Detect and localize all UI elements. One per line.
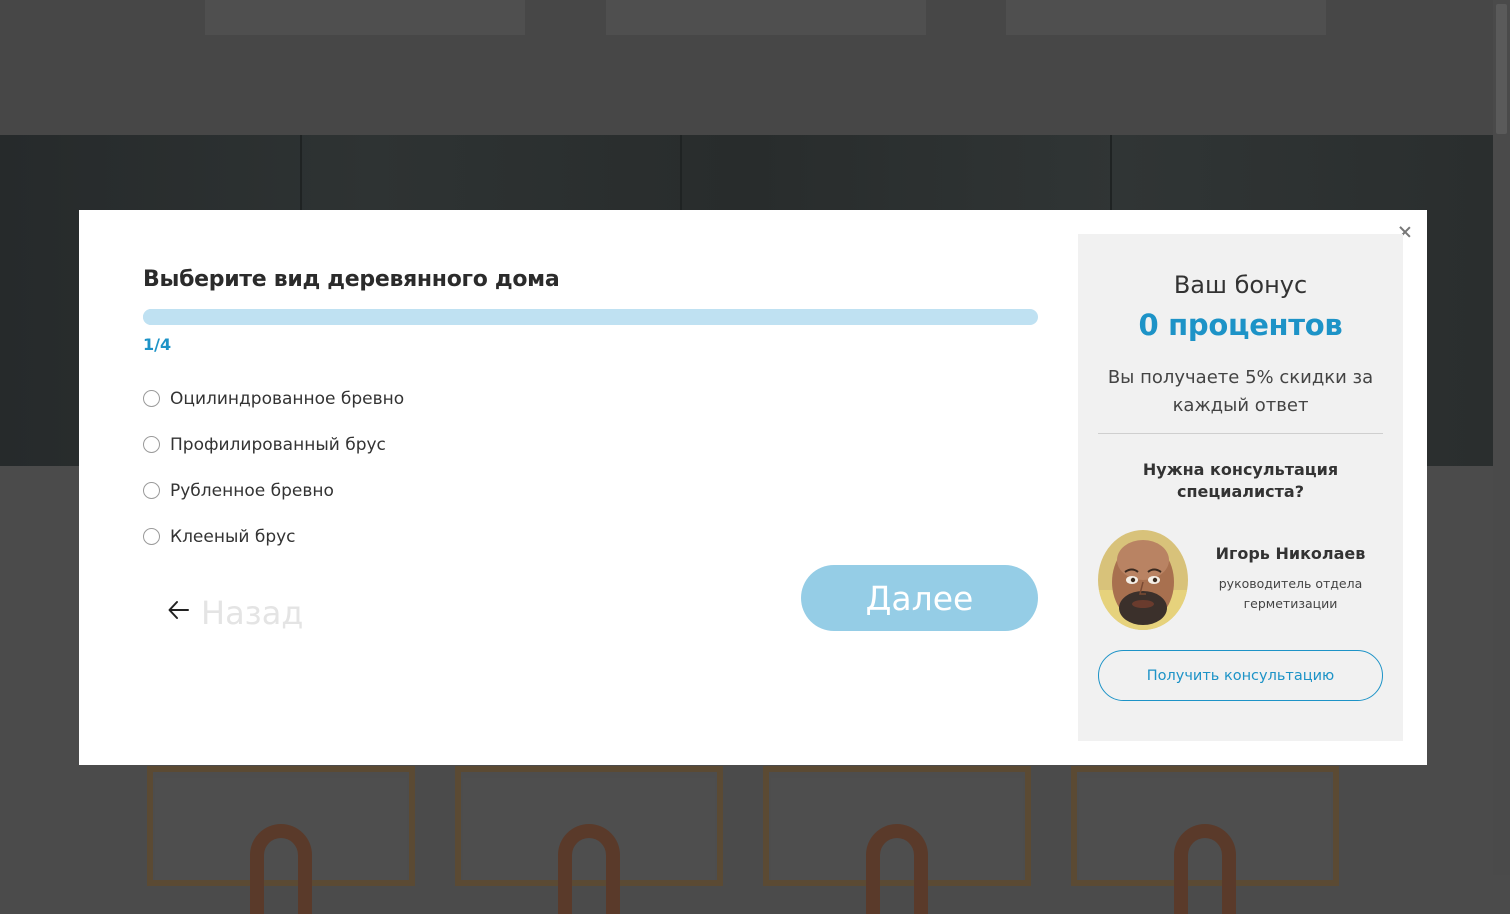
option-label: Профилированный брус bbox=[170, 435, 386, 455]
option-profiled-timber[interactable]: Профилированный брус bbox=[143, 434, 404, 480]
expert-name: Игорь Николаев bbox=[1215, 544, 1366, 563]
quiz-title: Выберите вид деревянного дома bbox=[143, 267, 560, 292]
option-label: Рубленное бревно bbox=[170, 481, 334, 501]
next-button[interactable]: Далее bbox=[801, 565, 1038, 631]
step-counter: 1/4 bbox=[143, 335, 172, 354]
bonus-panel: Ваш бонус 0 процентов Вы получаете 5% ск… bbox=[1078, 234, 1403, 741]
divider bbox=[1098, 433, 1383, 434]
background-card bbox=[606, 0, 926, 35]
radio-icon[interactable] bbox=[143, 390, 160, 407]
consultation-question: Нужна консультация специалиста? bbox=[1142, 460, 1339, 501]
background-tile bbox=[763, 766, 1031, 914]
background-tile bbox=[1071, 766, 1339, 914]
bonus-value: 0 процентов bbox=[1138, 308, 1343, 342]
get-consultation-button[interactable]: Получить консультацию bbox=[1098, 650, 1383, 701]
radio-icon[interactable] bbox=[143, 436, 160, 453]
avatar bbox=[1098, 530, 1188, 630]
page-scrollbar[interactable] bbox=[1493, 0, 1510, 875]
radio-icon[interactable] bbox=[143, 482, 160, 499]
background-tile bbox=[147, 766, 415, 914]
quiz-modal: Выберите вид деревянного дома 1/4 Оцилин… bbox=[79, 210, 1427, 765]
bonus-note: Вы получаете 5% скидки за каждый ответ bbox=[1107, 367, 1374, 416]
back-label: Назад bbox=[201, 594, 304, 632]
expert-role: руководитель отдела герметизации bbox=[1218, 576, 1363, 611]
option-glued-timber[interactable]: Клееный брус bbox=[143, 526, 404, 572]
option-hewn-log[interactable]: Рубленное бревно bbox=[143, 480, 404, 526]
radio-icon[interactable] bbox=[143, 528, 160, 545]
arrow-left-icon bbox=[168, 601, 189, 619]
option-label: Оцилиндрованное бревно bbox=[170, 389, 405, 409]
progress-fill bbox=[143, 309, 367, 325]
scrollbar-thumb[interactable] bbox=[1496, 4, 1507, 134]
answer-options: Оцилиндрованное бревно Профилированный б… bbox=[143, 388, 404, 572]
option-label: Клееный брус bbox=[170, 527, 296, 547]
background-tile bbox=[455, 766, 723, 914]
back-button[interactable]: Назад bbox=[167, 590, 304, 632]
background-card bbox=[1006, 0, 1326, 35]
option-cylindrical-log[interactable]: Оцилиндрованное бревно bbox=[143, 388, 404, 434]
bonus-caption: Ваш бонус bbox=[1173, 271, 1308, 299]
progress-bar bbox=[143, 309, 1038, 325]
background-card bbox=[205, 0, 525, 35]
